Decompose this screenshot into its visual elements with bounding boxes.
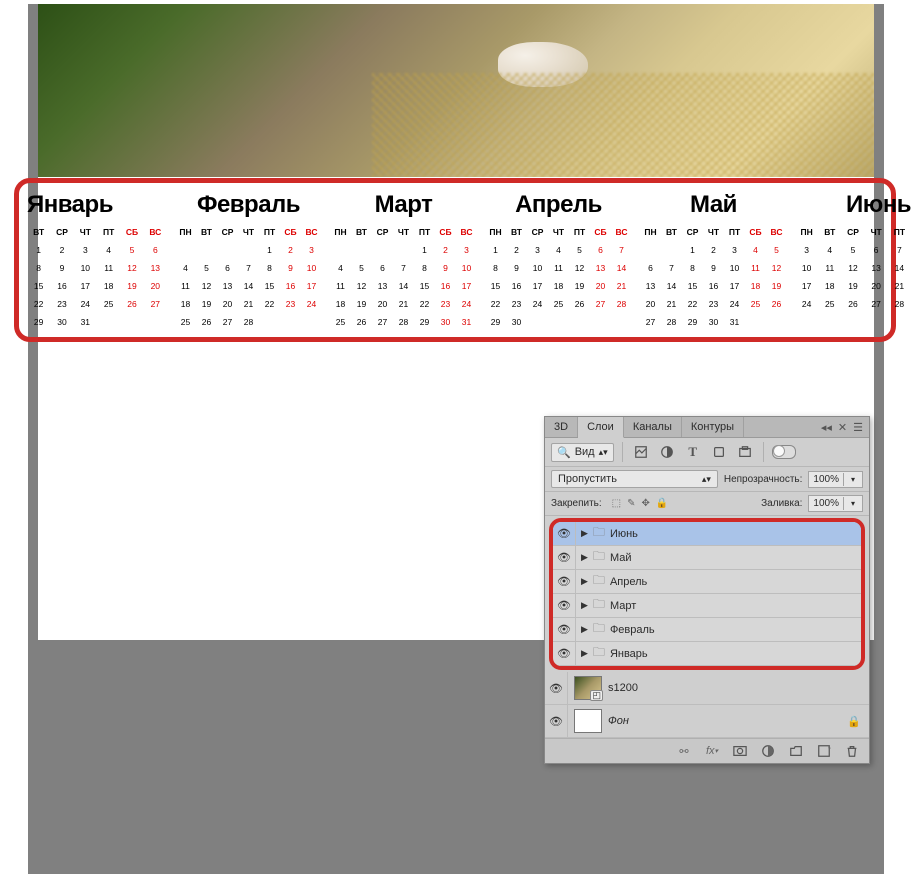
- filter-shape-icon[interactable]: [709, 442, 729, 462]
- lock-transparent-icon[interactable]: ⬚: [612, 498, 621, 509]
- lock-icon: 🔒: [847, 715, 861, 728]
- opacity-value: 100%: [809, 472, 843, 487]
- layers-highlight: 👁▶🗀Июнь👁▶🗀Май👁▶🗀Апрель👁▶🗀Март👁▶🗀Февраль👁…: [549, 518, 865, 670]
- expand-arrow-icon[interactable]: ▶: [581, 600, 588, 611]
- panel-footer: ⚯ fx▾: [545, 738, 869, 763]
- layer-folder-row[interactable]: 👁 ▶ 🗀 Май: [553, 546, 861, 570]
- search-icon: 🔍: [557, 446, 571, 459]
- panel-menu-icon[interactable]: ☰: [853, 421, 863, 434]
- layer-name[interactable]: Январь: [610, 648, 648, 660]
- folder-icon: 🗀: [593, 643, 605, 664]
- fill-input[interactable]: 100%▾: [808, 495, 863, 512]
- layer-name[interactable]: Фон: [608, 715, 629, 727]
- blend-mode-value: Пропустить: [558, 473, 617, 485]
- folder-icon: 🗀: [593, 571, 605, 592]
- visibility-icon[interactable]: 👁: [545, 705, 568, 737]
- new-layer-icon[interactable]: [815, 743, 833, 759]
- blend-row: Пропустить ▴▾ Непрозрачность: 100%▾: [545, 467, 869, 492]
- visibility-icon[interactable]: 👁: [553, 618, 576, 641]
- layer-name[interactable]: Май: [610, 552, 632, 564]
- lock-position-icon[interactable]: ✥: [642, 498, 650, 509]
- calendar-cell: 7: [888, 241, 911, 259]
- folder-icon: 🗀: [593, 547, 605, 568]
- layer-background[interactable]: 👁 Фон 🔒: [545, 705, 869, 738]
- opacity-label: Непрозрачность:: [724, 474, 803, 485]
- close-icon[interactable]: ✕: [838, 421, 847, 434]
- visibility-icon[interactable]: 👁: [545, 672, 568, 704]
- calendar-cell: 28: [888, 295, 911, 313]
- expand-arrow-icon[interactable]: ▶: [581, 576, 588, 587]
- fx-icon[interactable]: fx▾: [703, 743, 721, 759]
- chevron-updown-icon: ▴▾: [702, 474, 711, 485]
- filter-row: 🔍 Вид ▴▾ T: [545, 438, 869, 467]
- fill-value: 100%: [809, 496, 843, 511]
- adjustment-icon[interactable]: [759, 743, 777, 759]
- layer-name[interactable]: Апрель: [610, 576, 647, 588]
- layer-folder-row[interactable]: 👁 ▶ 🗀 Февраль: [553, 618, 861, 642]
- lock-pixels-icon[interactable]: ✎: [627, 498, 635, 509]
- filter-pixel-icon[interactable]: [631, 442, 651, 462]
- chevron-down-icon: ▾: [843, 497, 862, 510]
- folder-icon: 🗀: [593, 619, 605, 640]
- collapse-icon[interactable]: ◂◂: [821, 421, 832, 434]
- layer-name[interactable]: Июнь: [610, 528, 638, 540]
- layer-folder-row[interactable]: 👁 ▶ 🗀 Апрель: [553, 570, 861, 594]
- lock-all-icon[interactable]: 🔒: [656, 498, 668, 509]
- opacity-input[interactable]: 100%▾: [808, 471, 863, 488]
- tab-channels[interactable]: Каналы: [624, 417, 682, 437]
- visibility-icon[interactable]: 👁: [553, 522, 576, 545]
- layer-folder-row[interactable]: 👁 ▶ 🗀 Март: [553, 594, 861, 618]
- blend-mode-dropdown[interactable]: Пропустить ▴▾: [551, 470, 718, 488]
- filter-toggle[interactable]: [772, 445, 796, 459]
- calendar-photo: [38, 4, 874, 177]
- visibility-icon[interactable]: 👁: [553, 570, 576, 593]
- filter-kind-label: Вид: [575, 446, 595, 458]
- expand-arrow-icon[interactable]: ▶: [581, 528, 588, 539]
- folder-icon: 🗀: [593, 595, 605, 616]
- calendar-cell: 21: [888, 277, 911, 295]
- smart-object-badge-icon: ◰: [590, 690, 603, 701]
- dow-header: ПТ: [888, 223, 911, 241]
- visibility-icon[interactable]: 👁: [553, 594, 576, 617]
- expand-arrow-icon[interactable]: ▶: [581, 624, 588, 635]
- folder-icon: 🗀: [593, 523, 605, 544]
- trash-icon[interactable]: [843, 743, 861, 759]
- link-layers-icon[interactable]: ⚯: [675, 743, 693, 759]
- visibility-icon[interactable]: 👁: [553, 546, 576, 569]
- lock-label: Закрепить:: [551, 498, 602, 509]
- filter-adjust-icon[interactable]: [657, 442, 677, 462]
- expand-arrow-icon[interactable]: ▶: [581, 552, 588, 563]
- layers-panel[interactable]: 3D Слои Каналы Контуры ◂◂ ✕ ☰ 🔍 Вид ▴▾ T: [544, 416, 870, 764]
- tab-3d[interactable]: 3D: [545, 417, 578, 437]
- chevron-updown-icon: ▴▾: [599, 447, 608, 458]
- filter-smart-icon[interactable]: [735, 442, 755, 462]
- lock-row: Закрепить: ⬚ ✎ ✥ 🔒 Заливка: 100%▾: [545, 492, 869, 516]
- group-icon[interactable]: [787, 743, 805, 759]
- fill-label: Заливка:: [761, 498, 802, 509]
- chevron-down-icon: ▾: [843, 473, 862, 486]
- layer-thumbnail[interactable]: [574, 709, 602, 733]
- layer-name[interactable]: s1200: [608, 682, 638, 694]
- layer-name[interactable]: Февраль: [610, 624, 655, 636]
- layer-thumbnail[interactable]: ◰: [574, 676, 602, 700]
- layer-folder-row[interactable]: 👁 ▶ 🗀 Июнь: [553, 522, 861, 546]
- tab-paths[interactable]: Контуры: [682, 417, 744, 437]
- calendar-cell: 14: [888, 259, 911, 277]
- expand-arrow-icon[interactable]: ▶: [581, 648, 588, 659]
- layer-name[interactable]: Март: [610, 600, 636, 612]
- tab-layers[interactable]: Слои: [578, 417, 624, 438]
- filter-type-icon[interactable]: T: [683, 442, 703, 462]
- mask-icon[interactable]: [731, 743, 749, 759]
- panel-tabs: 3D Слои Каналы Контуры ◂◂ ✕ ☰: [545, 417, 869, 438]
- layer-folder-row[interactable]: 👁 ▶ 🗀 Январь: [553, 642, 861, 666]
- filter-kind-dropdown[interactable]: 🔍 Вид ▴▾: [551, 443, 614, 462]
- layer-s1200[interactable]: 👁 ◰ s1200: [545, 672, 869, 705]
- visibility-icon[interactable]: 👁: [553, 642, 576, 665]
